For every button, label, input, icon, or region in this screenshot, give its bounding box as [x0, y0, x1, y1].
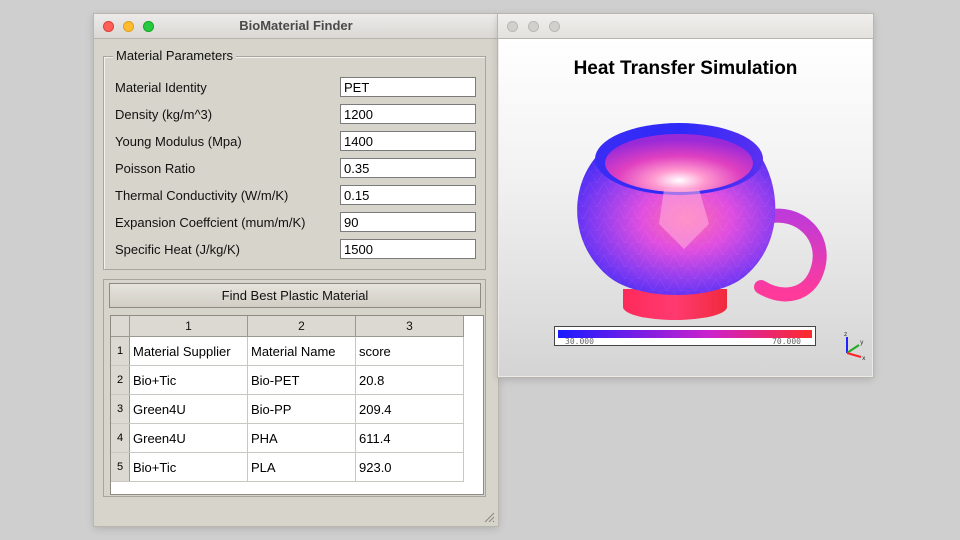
window-title: BioMaterial Finder [239, 18, 353, 33]
table-cell[interactable]: Bio+Tic [129, 452, 248, 482]
results-panel: Find Best Plastic Material 1 2 3 1 Mater… [103, 279, 486, 497]
row-header[interactable]: 3 [111, 394, 130, 424]
param-row-expansion-coefficient: Expansion Coeffcient (mum/m/K) [115, 212, 477, 232]
orientation-axes-icon: z y x [844, 331, 866, 361]
row-header[interactable]: 4 [111, 423, 130, 453]
row-header[interactable]: 1 [111, 336, 130, 366]
main-titlebar[interactable]: BioMaterial Finder [94, 14, 498, 39]
group-title: Material Parameters [113, 48, 237, 63]
colorbar-min-label: 30.000 [565, 337, 594, 346]
material-parameters-group: Material Parameters Material Identity De… [103, 48, 486, 270]
param-row-young-modulus: Young Modulus (Mpa) [115, 131, 477, 151]
table-cell[interactable]: 20.8 [355, 365, 464, 395]
param-row-density: Density (kg/m^3) [115, 104, 477, 124]
table-row: 4 Green4U PHA 611.4 [111, 423, 464, 453]
expansion-coefficient-input[interactable] [340, 212, 476, 232]
poisson-ratio-input[interactable] [340, 158, 476, 178]
param-row-thermal-conductivity: Thermal Conductivity (W/m/K) [115, 185, 477, 205]
param-label: Density (kg/m^3) [115, 107, 213, 122]
temperature-colorbar: 30.000 70.000 [554, 326, 816, 346]
table-cell[interactable]: 209.4 [355, 394, 464, 424]
biomaterial-finder-window: BioMaterial Finder Material Parameters M… [94, 14, 498, 526]
render-viewport[interactable]: Heat Transfer Simulation 30.000 70.000 z… [499, 39, 872, 376]
column-header[interactable]: 2 [247, 316, 356, 337]
table-cell[interactable]: score [355, 336, 464, 366]
param-row-material-identity: Material Identity [115, 77, 477, 97]
param-label: Expansion Coeffcient (mum/m/K) [115, 215, 306, 230]
param-row-poisson-ratio: Poisson Ratio [115, 158, 477, 178]
param-row-specific-heat: Specific Heat (J/kg/K) [115, 239, 477, 259]
thermal-conductivity-input[interactable] [340, 185, 476, 205]
table-row: 2 Bio+Tic Bio-PET 20.8 [111, 365, 464, 395]
minimize-window-button[interactable] [528, 21, 539, 32]
param-label: Young Modulus (Mpa) [115, 134, 242, 149]
close-window-button[interactable] [507, 21, 518, 32]
table-header-row: 1 2 3 [111, 316, 464, 337]
table-row: 1 Material Supplier Material Name score [111, 336, 464, 366]
table-cell[interactable]: Material Name [247, 336, 356, 366]
param-label: Specific Heat (J/kg/K) [115, 242, 240, 257]
corner-header[interactable] [111, 316, 130, 337]
param-label: Thermal Conductivity (W/m/K) [115, 188, 289, 203]
table-row: 3 Green4U Bio-PP 209.4 [111, 394, 464, 424]
sim-titlebar[interactable] [498, 14, 873, 39]
find-best-plastic-button[interactable]: Find Best Plastic Material [109, 283, 481, 308]
table-cell[interactable]: Green4U [129, 394, 248, 424]
axis-label-z: z [844, 331, 847, 338]
young-modulus-input[interactable] [340, 131, 476, 151]
zoom-window-button[interactable] [549, 21, 560, 32]
column-header[interactable]: 1 [129, 316, 248, 337]
axis-label-y: y [860, 339, 864, 346]
resize-grip-icon[interactable] [483, 511, 495, 523]
table-cell[interactable]: Bio-PP [247, 394, 356, 424]
specific-heat-input[interactable] [340, 239, 476, 259]
table-cell[interactable]: Bio+Tic [129, 365, 248, 395]
table-cell[interactable]: PLA [247, 452, 356, 482]
table-cell[interactable]: PHA [247, 423, 356, 453]
table-row: 5 Bio+Tic PLA 923.0 [111, 452, 464, 482]
table-cell[interactable]: Bio-PET [247, 365, 356, 395]
density-input[interactable] [340, 104, 476, 124]
param-label: Poisson Ratio [115, 161, 196, 176]
table-cell[interactable]: 923.0 [355, 452, 464, 482]
heat-transfer-window: Heat Transfer Simulation 30.000 70.000 z… [498, 14, 873, 377]
table-cell[interactable]: 611.4 [355, 423, 464, 453]
axis-label-x: x [862, 355, 866, 361]
table-cell[interactable]: Green4U [129, 423, 248, 453]
param-label: Material Identity [115, 80, 207, 95]
material-identity-input[interactable] [340, 77, 476, 97]
table-cell[interactable]: Material Supplier [129, 336, 248, 366]
row-header[interactable]: 2 [111, 365, 130, 395]
results-table[interactable]: 1 2 3 1 Material Supplier Material Name … [110, 315, 484, 495]
row-header[interactable]: 5 [111, 452, 130, 482]
column-header[interactable]: 3 [355, 316, 464, 337]
colorbar-max-label: 70.000 [772, 337, 801, 346]
